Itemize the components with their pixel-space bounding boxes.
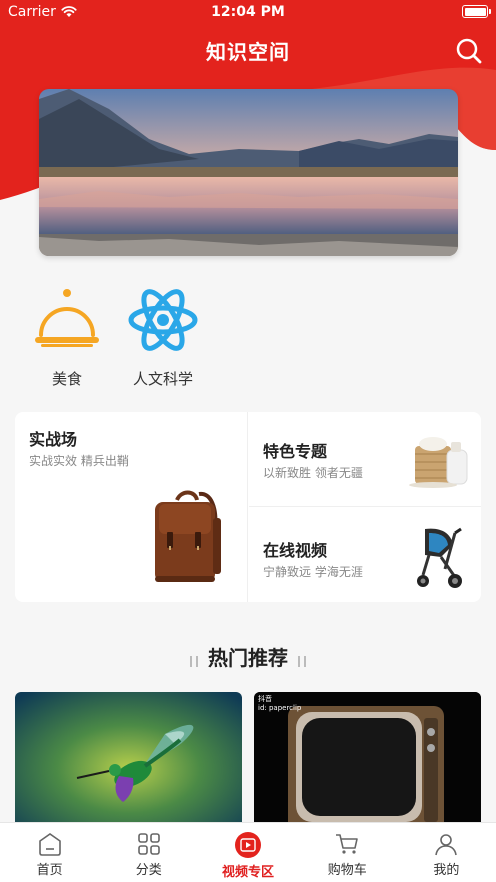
feature-card-main[interactable]: 实战场 实战实效 精兵出鞘 [15,412,248,602]
bottom-tab-bar: 首页 分类 视频专区 购物车 我的 [0,822,496,882]
section-heading: 热门推荐 [0,642,496,672]
tab-home[interactable]: 首页 [0,823,99,882]
feature-card-video[interactable]: 在线视频 宁静致远 学海无涯 [249,507,481,602]
category-label: 美食 [51,370,82,388]
tab-video[interactable]: 视频专区 [198,823,297,882]
status-time: 12:04 PM [211,4,285,20]
tab-label: 视频专区 [222,865,275,880]
hummingbird-image [15,692,242,832]
food-cloche-icon [35,289,99,347]
decor-bars-right [296,648,308,672]
category-label: 人文科学 [132,370,193,388]
category-list: 美食 人文科学 [0,280,496,390]
video-watermark: 抖音 id: paperclip [258,695,301,713]
grid-icon [137,833,160,855]
card-title: 特色专题 [263,442,328,461]
mountain-lake-image [39,89,458,256]
card-subtitle: 宁静致远 学海无涯 [263,565,363,579]
page-title: 知识空间 [206,40,290,64]
home-icon [38,833,61,856]
battery-icon [462,5,491,18]
backpack-image [155,490,221,582]
tab-label: 购物车 [327,863,367,878]
card-subtitle: 以新致胜 领者无疆 [263,466,363,480]
tab-label: 首页 [36,863,63,878]
tab-label: 分类 [135,863,162,878]
atom-icon [128,289,198,351]
retro-tv-image [254,692,481,832]
watermark-app: 抖音 [258,695,272,703]
card-title: 实战场 [29,430,78,449]
decor-bars-left [188,648,200,672]
feature-card-panel: 实战场 实战实效 精兵出鞘 特色专题 以新致胜 领者无疆 在线视频 宁静致远 学… [15,412,481,602]
video-icon [235,832,261,858]
recommendation-card-1[interactable] [15,692,242,832]
status-bar: Carrier 12:04 PM [0,0,496,26]
stroller-image [417,527,462,588]
category-humanities[interactable]: 人文科学 [113,280,213,389]
search-button[interactable] [454,36,484,66]
category-food[interactable]: 美食 [17,280,117,389]
basket-image [409,437,468,488]
watermark-id: id: paperclip [258,704,302,712]
feature-card-topic[interactable]: 特色专题 以新致胜 领者无疆 [249,412,481,507]
tab-label: 我的 [433,863,460,878]
tab-cart[interactable]: 购物车 [298,823,397,882]
recommendation-card-2[interactable]: 抖音 id: paperclip [254,692,481,832]
search-icon [456,38,482,64]
hero-banner[interactable] [39,89,458,256]
user-icon [435,834,458,856]
cart-icon [336,834,359,854]
card-subtitle: 实战实效 精兵出鞘 [29,454,129,468]
tab-category[interactable]: 分类 [99,823,198,882]
section-title: 热门推荐 [208,646,288,670]
card-title: 在线视频 [263,541,328,560]
tab-profile[interactable]: 我的 [397,823,496,882]
